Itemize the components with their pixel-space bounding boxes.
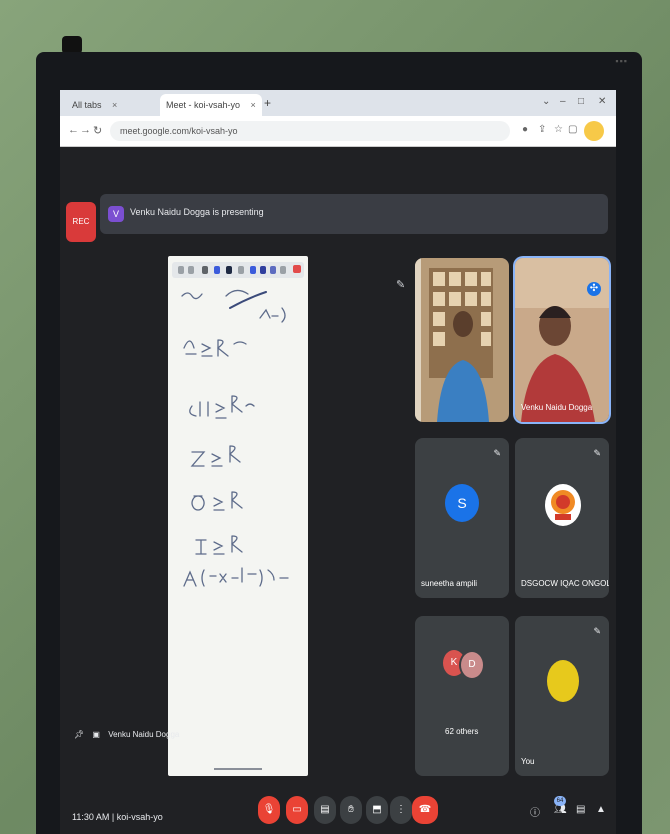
monitor-logo: ▪▪▪	[615, 56, 628, 66]
new-tab-button[interactable]: +	[264, 96, 271, 110]
clock: 11:30 AM	[72, 812, 110, 822]
presenting-banner: V Venku Naidu Dogga is presenting	[100, 194, 608, 234]
close-icon[interactable]: ×	[251, 100, 256, 110]
meeting-info: 11:30 AM | koi-vsah-yo	[72, 812, 163, 822]
handwritten-notes	[181, 289, 289, 587]
participant-tile[interactable]	[415, 258, 509, 422]
participant-tile-venku[interactable]: ✣ Venku Naidu Dogga	[515, 258, 609, 422]
chat-icon[interactable]: ▤	[576, 804, 585, 815]
address-bar-row: ← → ↻ meet.google.com/koi-vsah-yo ● ⇪ ☆ …	[60, 116, 616, 147]
mic-off-icon: ✎	[593, 448, 601, 458]
more-options-icon[interactable]: ✣	[587, 282, 601, 296]
presenter-name: Venku Naidu Dogga	[108, 730, 180, 739]
extensions-icon[interactable]: ▢	[568, 124, 577, 135]
participant-tile-others[interactable]: K D 62 others	[415, 616, 509, 776]
mic-off-button[interactable]: 🎙︎	[258, 796, 280, 824]
back-icon[interactable]: ←	[68, 124, 79, 136]
presenter-avatar: V	[108, 206, 124, 222]
mic-off-icon: ✎	[493, 448, 501, 458]
rec-label: REC	[72, 217, 90, 226]
close-window-icon[interactable]: ✕	[598, 96, 606, 107]
shared-whiteboard	[168, 256, 308, 776]
college-logo	[551, 490, 575, 520]
meeting-code: koi-vsah-yo	[116, 812, 163, 822]
participant-tile-suneetha[interactable]: ✎ S suneetha ampili	[415, 438, 509, 598]
camera-off-button[interactable]: ▭	[286, 796, 308, 824]
presenter-label: 📌︎ ▣ Venku Naidu Dogga	[74, 730, 185, 739]
participant-name: Venku Naidu Dogga	[521, 403, 593, 412]
participant-count: 62 others	[445, 727, 479, 736]
mic-off-icon: ✎	[593, 626, 601, 636]
participant-name: DSGOCW IQAC ONGOLE	[521, 579, 609, 588]
whiteboard-scrollbar[interactable]	[214, 768, 262, 770]
leave-call-button[interactable]: ☎︎	[412, 796, 438, 824]
activities-icon[interactable]: ▲	[596, 804, 606, 815]
info-icon[interactable]: ⓘ	[530, 804, 540, 819]
participant-tile-you[interactable]: ✎ You	[515, 616, 609, 776]
captions-button[interactable]: ▤	[314, 796, 336, 824]
participant-video	[415, 258, 509, 422]
tab-all[interactable]: All tabs ×	[66, 94, 124, 116]
pin-icon[interactable]: 📌︎	[74, 730, 84, 739]
avatar: D	[459, 650, 485, 680]
screen: All tabs × Meet - koi-vsah-yo × + ⌄ – □ …	[60, 90, 616, 834]
present-icon: ▣	[92, 730, 100, 739]
present-button[interactable]: ⬒	[366, 796, 388, 824]
avatar	[545, 484, 581, 526]
tab-meet[interactable]: Meet - koi-vsah-yo ×	[160, 94, 262, 116]
more-options-button[interactable]: ⋮	[390, 796, 412, 824]
close-icon[interactable]: ×	[112, 100, 117, 110]
avatar	[547, 660, 579, 702]
browser-tab-bar: All tabs × Meet - koi-vsah-yo × + ⌄ – □ …	[60, 90, 616, 116]
tab-label: Meet - koi-vsah-yo	[166, 100, 241, 110]
camera-icon[interactable]: ●	[522, 124, 528, 135]
url-field[interactable]: meet.google.com/koi-vsah-yo	[110, 121, 510, 141]
participant-name: suneetha ampili	[421, 579, 478, 588]
reload-icon[interactable]: ↻	[93, 124, 102, 137]
participant-name: You	[521, 757, 535, 766]
avatar: S	[445, 484, 479, 522]
participant-count-badge: 64	[554, 796, 566, 806]
chevron-down-icon[interactable]: ⌄	[542, 96, 550, 107]
star-icon[interactable]: ☆	[554, 124, 563, 135]
pin-icon[interactable]: ✎	[396, 278, 405, 291]
profile-avatar[interactable]	[584, 121, 604, 141]
tab-label: All tabs	[72, 100, 102, 110]
recording-indicator: REC	[66, 202, 96, 242]
presenting-text: Venku Naidu Dogga is presenting	[130, 207, 264, 217]
participant-tile-dsgocw[interactable]: ✎ DSGOCW IQAC ONGOLE	[515, 438, 609, 598]
forward-icon[interactable]: →	[80, 124, 91, 136]
minimize-icon[interactable]: –	[560, 96, 566, 107]
share-icon[interactable]: ⇪	[538, 124, 546, 135]
raise-hand-button[interactable]: ✋︎	[340, 796, 362, 824]
maximize-icon[interactable]: □	[578, 96, 584, 107]
